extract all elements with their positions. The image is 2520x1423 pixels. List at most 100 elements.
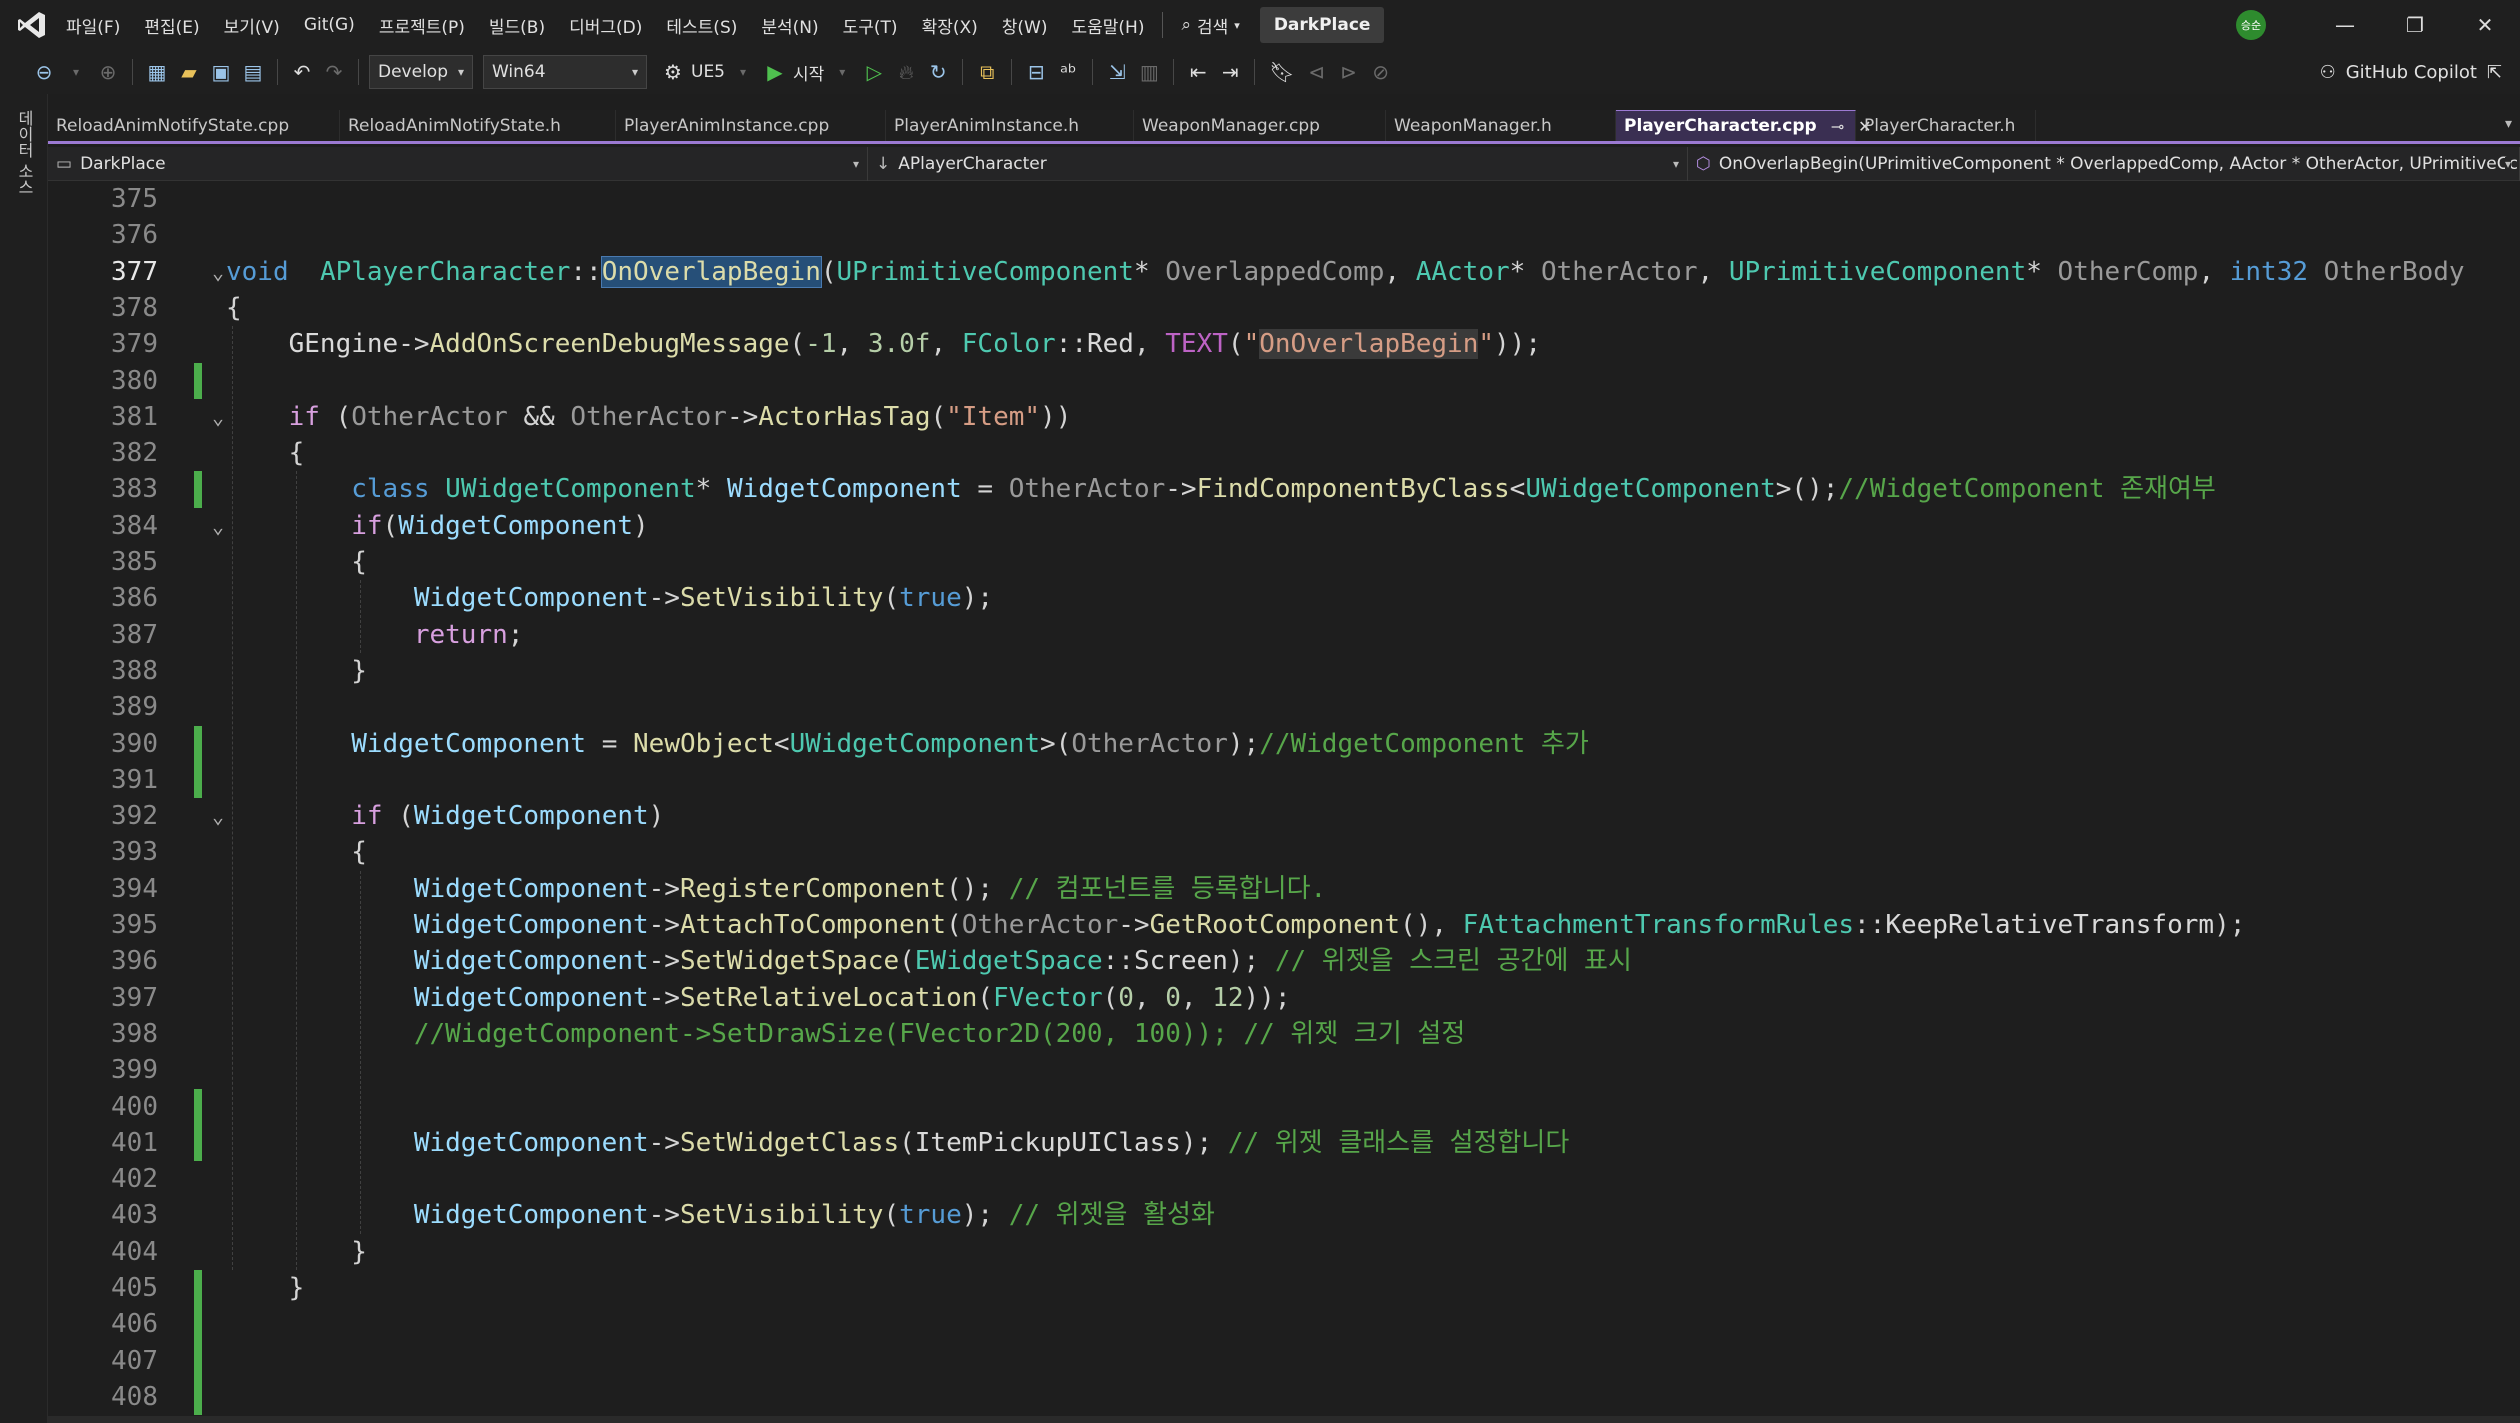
code-line[interactable]: 401 WidgetComponent->SetWidgetClass(Item… xyxy=(48,1124,2520,1162)
github-copilot-button[interactable]: ⚇ GitHub Copilot ⇱ xyxy=(2320,50,2502,94)
code-line[interactable]: 392 ⌄ if (WidgetComponent) xyxy=(48,798,2520,834)
code-line[interactable]: 384 ⌄ if(WidgetComponent) xyxy=(48,508,2520,544)
scope-dropdown[interactable]: ↓ APlayerCharacter ▾ xyxy=(868,146,1688,181)
menu-item[interactable]: 도구(T) xyxy=(831,0,910,50)
clear-bookmarks-icon[interactable]: ⊘ xyxy=(1367,56,1395,88)
chevron-down-icon[interactable]: ▾ xyxy=(729,56,757,88)
member-dropdown[interactable]: ⬡ OnOverlapBegin(UPrimitiveComponent * O… xyxy=(1688,146,2520,181)
visual-studio-logo-icon[interactable] xyxy=(10,0,54,50)
ue-target-label[interactable]: UE5 xyxy=(691,62,725,82)
menu-item[interactable]: 보기(V) xyxy=(212,0,292,50)
menu-item[interactable]: 도움말(H) xyxy=(1060,0,1157,50)
code-line[interactable]: 404 } xyxy=(48,1234,2520,1270)
save-all-icon[interactable]: ▤ xyxy=(239,56,267,88)
code-line[interactable]: 396 WidgetComponent->SetWidgetSpace(EWid… xyxy=(48,943,2520,979)
minimize-button[interactable]: — xyxy=(2310,0,2380,50)
code-line[interactable]: 383 class UWidgetComponent* WidgetCompon… xyxy=(48,471,2520,508)
code-line[interactable]: 397 WidgetComponent->SetRelativeLocation… xyxy=(48,980,2520,1016)
code-line[interactable]: 405 } xyxy=(48,1270,2520,1307)
code-line[interactable]: 395 WidgetComponent->AttachToComponent(O… xyxy=(48,907,2520,943)
platform-select[interactable]: Win64 ▾ xyxy=(483,55,647,89)
tab-overflow-icon[interactable]: ▾ xyxy=(2505,116,2512,132)
indent-icon[interactable]: ⇥ xyxy=(1216,56,1244,88)
code-line[interactable]: 406 xyxy=(48,1306,2520,1343)
code-line[interactable]: 390 WidgetComponent = NewObject<UWidgetC… xyxy=(48,725,2520,762)
save-icon[interactable]: ▣ xyxy=(207,56,235,88)
code-line[interactable]: 380 xyxy=(48,362,2520,399)
document-tab[interactable]: WeaponManager.cpp xyxy=(1134,110,1386,141)
menu-item[interactable]: Git(G) xyxy=(292,0,367,50)
breakpoint-icon[interactable]: ▥ xyxy=(1135,56,1163,88)
code-line[interactable]: 375 xyxy=(48,181,2520,217)
start-debugging-icon[interactable]: ▶ xyxy=(761,56,789,88)
code-line[interactable]: 407 xyxy=(48,1342,2520,1379)
project-dropdown[interactable]: ▭ DarkPlace ▾ xyxy=(48,146,868,181)
unreal-engine-icon[interactable]: ⚙ xyxy=(659,56,687,88)
start-without-debugging-icon[interactable]: ▷ xyxy=(860,56,888,88)
code-line[interactable]: 388 } xyxy=(48,653,2520,689)
menu-item[interactable]: 확장(X) xyxy=(910,0,990,50)
solution-name-badge[interactable]: DarkPlace xyxy=(1259,7,1385,43)
document-tab[interactable]: WeaponManager.h xyxy=(1386,110,1616,141)
code-line[interactable]: 389 xyxy=(48,689,2520,725)
hot-reload-icon[interactable]: 🔥︎ xyxy=(892,56,920,88)
code-line[interactable]: 382 { xyxy=(48,435,2520,471)
step-into-icon[interactable]: ⇲ xyxy=(1103,56,1131,88)
restart-icon[interactable]: ↻ xyxy=(924,56,952,88)
layout-icon[interactable]: ⊟ xyxy=(1022,56,1050,88)
code-line[interactable]: 381 ⌄ if (OtherActor && OtherActor->Actor… xyxy=(48,399,2520,435)
code-line[interactable]: 408 xyxy=(48,1378,2520,1416)
code-line[interactable]: 393 { xyxy=(48,834,2520,870)
menu-item[interactable]: 분석(N) xyxy=(749,0,830,50)
data-sources-tab[interactable]: 데이터 소스 xyxy=(12,110,36,195)
code-line[interactable]: 403 WidgetComponent->SetVisibility(true)… xyxy=(48,1197,2520,1233)
menu-item[interactable]: 편집(E) xyxy=(132,0,211,50)
code-line[interactable]: 394 WidgetComponent->RegisterComponent()… xyxy=(48,871,2520,907)
code-line[interactable]: 402 xyxy=(48,1161,2520,1197)
code-line[interactable]: 376 xyxy=(48,217,2520,253)
next-bookmark-icon[interactable]: ⊳ xyxy=(1335,56,1363,88)
menu-item[interactable]: 디버그(D) xyxy=(557,0,654,50)
code-line[interactable]: 377 ⌄ void APlayerCharacter::OnOverlapBegi… xyxy=(48,254,2520,290)
document-tab[interactable]: ReloadAnimNotifyState.h xyxy=(340,110,616,141)
start-label[interactable]: 시작 xyxy=(793,60,824,85)
restore-button[interactable]: ❐ xyxy=(2380,0,2450,50)
menu-item[interactable]: 창(W) xyxy=(990,0,1060,50)
spell-check-icon[interactable]: ᵃᵇ xyxy=(1054,56,1082,88)
code-editor[interactable]: 375 376 377 ⌄ void APlayerCharacter::OnOverl… xyxy=(48,181,2520,1423)
document-tab[interactable]: PlayerAnimInstance.cpp xyxy=(616,110,886,141)
previous-bookmark-icon[interactable]: ⊲ xyxy=(1303,56,1331,88)
new-project-icon[interactable]: ▦ xyxy=(143,56,171,88)
account-avatar[interactable]: 승순 xyxy=(2236,10,2266,40)
document-tab[interactable]: PlayerAnimInstance.h xyxy=(886,110,1134,141)
code-line[interactable]: 391 xyxy=(48,761,2520,799)
document-tab[interactable]: ReloadAnimNotifyState.cpp xyxy=(48,110,340,141)
document-tab[interactable]: PlayerCharacter.cpp ⊸ ✕ xyxy=(1616,110,1872,141)
pin-tab-icon[interactable]: ⊸ xyxy=(1831,117,1844,136)
chevron-down-icon[interactable]: ▾ xyxy=(62,56,90,88)
bookmark-icon[interactable]: 🔖︎ xyxy=(1265,56,1298,88)
code-line[interactable]: 398 //WidgetComponent->SetDrawSize(FVect… xyxy=(48,1016,2520,1052)
navigate-back-icon[interactable]: ⊖ xyxy=(30,56,58,88)
menu-item[interactable]: 빌드(B) xyxy=(477,0,557,50)
menu-item[interactable]: 파일(F) xyxy=(54,0,132,50)
code-line[interactable]: 386 WidgetComponent->SetVisibility(true)… xyxy=(48,580,2520,616)
close-window-button[interactable]: ✕ xyxy=(2450,0,2520,50)
code-line[interactable]: 400 xyxy=(48,1088,2520,1125)
menu-item[interactable]: 프로젝트(P) xyxy=(367,0,477,50)
code-line[interactable]: 385 { xyxy=(48,544,2520,580)
code-line[interactable]: 387 return; xyxy=(48,617,2520,653)
document-tab[interactable]: PlayerCharacter.h xyxy=(1856,110,2036,141)
solution-explorer-icon[interactable]: ⧉ xyxy=(973,56,1001,88)
menu-item[interactable]: 테스트(S) xyxy=(654,0,749,50)
chevron-down-icon[interactable]: ▾ xyxy=(828,56,856,88)
open-file-icon[interactable]: ▰ xyxy=(175,56,203,88)
search-menu[interactable]: ⌕ 검색 ▾ xyxy=(1169,0,1251,50)
navigate-forward-icon[interactable]: ⊕ xyxy=(94,56,122,88)
configuration-select[interactable]: Develop ▾ xyxy=(369,55,473,89)
undo-icon[interactable]: ↶ xyxy=(288,56,316,88)
code-line[interactable]: 378 { xyxy=(48,290,2520,326)
outdent-icon[interactable]: ⇤ xyxy=(1184,56,1212,88)
redo-icon[interactable]: ↷ xyxy=(320,56,348,88)
horizontal-scrollbar[interactable] xyxy=(48,1416,2520,1423)
